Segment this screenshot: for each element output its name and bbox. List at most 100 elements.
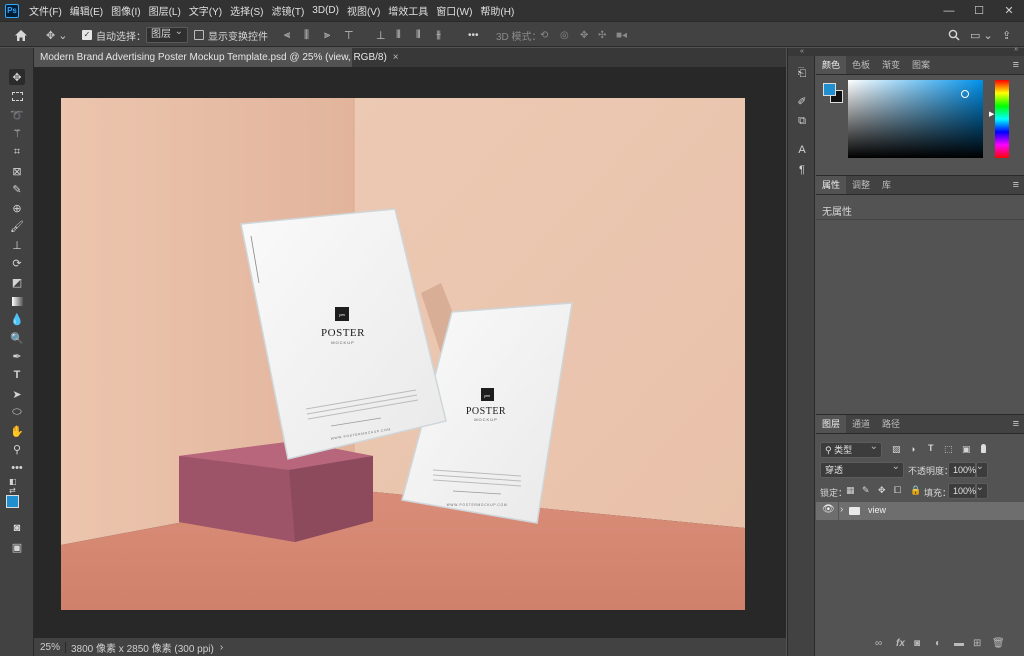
layer-filter-dropdown[interactable]: ⚲ 类型: [820, 440, 882, 458]
quick-mask-icon[interactable]: ◙: [9, 520, 25, 536]
crop-tool-icon[interactable]: ⌗: [9, 144, 25, 160]
show-transform-controls-checkbox[interactable]: 显示变换控件: [194, 26, 268, 44]
gradient-tool-icon[interactable]: [9, 293, 25, 309]
paragraph-icon[interactable]: ¶: [795, 163, 809, 177]
workspace-icon[interactable]: ▭ ⌄: [970, 26, 993, 44]
document-tab[interactable]: Modern Brand Advertising Poster Mockup T…: [34, 48, 399, 67]
magic-wand-tool-icon[interactable]: ⚚: [9, 125, 25, 141]
brush-tool-icon[interactable]: 🖌: [9, 218, 25, 234]
character-icon[interactable]: A: [795, 143, 809, 157]
auto-select-target-dropdown[interactable]: 图层: [146, 25, 188, 43]
menu-plugins[interactable]: 增效工具: [384, 3, 432, 18]
ellipse-tool-icon[interactable]: ⬭: [9, 404, 25, 420]
zoom-tool-icon[interactable]: ⚲: [9, 441, 25, 457]
status-arrow-icon[interactable]: ›: [214, 642, 223, 653]
lock-all-icon[interactable]: 🔒: [910, 485, 921, 496]
eye-visibility-icon[interactable]: 👁: [822, 504, 835, 515]
panel-menu-icon[interactable]: ≡: [1013, 59, 1019, 71]
healing-brush-tool-icon[interactable]: ⊕: [9, 200, 25, 216]
tab-gradients[interactable]: 渐变: [876, 56, 906, 74]
share-icon[interactable]: ⇪: [1002, 26, 1011, 44]
fx-icon[interactable]: fx: [896, 638, 905, 649]
fill-slider-button[interactable]: [976, 481, 988, 499]
tab-properties[interactable]: 属性: [816, 176, 847, 194]
color-picker-handle[interactable]: [961, 90, 969, 98]
close-window-button[interactable]: ✕: [994, 0, 1024, 21]
3d-camera-icon[interactable]: ■◂: [616, 26, 627, 44]
search-icon[interactable]: [948, 26, 960, 44]
hand-tool-icon[interactable]: ✋: [9, 423, 25, 439]
canvas-area[interactable]: pm POSTER MOCKUP WWW.POSTERMOCKUP.COM pm…: [34, 67, 786, 638]
default-colors-icon[interactable]: ◧ ⇄: [9, 477, 25, 495]
filter-shape-icon[interactable]: ⬚: [944, 444, 953, 455]
lock-artboard-icon[interactable]: ⧠: [894, 485, 901, 496]
align-center-icon[interactable]: ⫼: [304, 26, 309, 44]
align-top-icon[interactable]: ⊤: [344, 26, 354, 44]
distribute-icon[interactable]: ⦀: [396, 26, 401, 44]
lock-transparent-icon[interactable]: ▦: [846, 485, 855, 496]
history-brush-tool-icon[interactable]: ⟳: [9, 255, 25, 271]
layer-name[interactable]: view: [868, 505, 886, 515]
tab-channels[interactable]: 通道: [846, 415, 876, 433]
align-middle-icon[interactable]: ⊥: [376, 26, 386, 44]
zoom-level[interactable]: 25%: [34, 641, 66, 653]
document-canvas[interactable]: pm POSTER MOCKUP WWW.POSTERMOCKUP.COM pm…: [61, 98, 745, 610]
adjustments-icon[interactable]: ⧉: [795, 114, 809, 128]
opacity-input[interactable]: 100%: [948, 462, 976, 478]
filter-toggle-icon[interactable]: [981, 444, 986, 453]
tab-swatches[interactable]: 色板: [846, 56, 876, 74]
screen-mode-icon[interactable]: ▣: [9, 539, 25, 555]
align-right-icon[interactable]: ⫸: [324, 26, 330, 44]
filter-pixel-icon[interactable]: ▨: [892, 444, 901, 455]
fg-color-swatch[interactable]: [823, 83, 836, 96]
menu-window[interactable]: 窗口(W): [432, 3, 476, 18]
document-info[interactable]: 3800 像素 x 2850 像素 (300 ppi): [66, 640, 214, 655]
auto-select-checkbox[interactable]: ✓ 自动选择：: [82, 26, 146, 44]
dodge-tool-icon[interactable]: 🔍: [9, 330, 25, 346]
close-document-icon[interactable]: ×: [393, 52, 399, 63]
new-adjustment-icon[interactable]: ◐: [935, 638, 941, 649]
menu-filter[interactable]: 滤镜(T): [268, 3, 309, 18]
more-options-button[interactable]: •••: [468, 26, 479, 44]
delete-layer-icon[interactable]: 🗑: [992, 638, 1005, 649]
move-tool-icon[interactable]: ✥: [9, 69, 25, 85]
lasso-tool-icon[interactable]: ➰: [9, 107, 25, 123]
minimize-button[interactable]: —: [934, 0, 964, 21]
hue-slider[interactable]: [995, 80, 1009, 158]
blend-mode-dropdown[interactable]: 穿透: [820, 460, 904, 478]
layer-row[interactable]: 👁 › view: [816, 502, 1024, 520]
tab-layers[interactable]: 图层: [816, 415, 847, 433]
menu-view[interactable]: 视图(V): [343, 3, 384, 18]
opacity-slider-button[interactable]: [976, 460, 988, 478]
path-selection-tool-icon[interactable]: ➤: [9, 386, 25, 402]
panel-menu-icon[interactable]: ≡: [1013, 418, 1019, 430]
type-tool-icon[interactable]: T: [9, 367, 25, 383]
fill-input[interactable]: 100%: [948, 483, 976, 499]
chevron-right-icon[interactable]: ›: [840, 504, 843, 515]
hue-slider-handle[interactable]: ▶: [989, 110, 994, 118]
eyedropper-tool-icon[interactable]: ✎: [9, 181, 25, 197]
blur-tool-icon[interactable]: 💧: [9, 311, 25, 327]
lock-image-icon[interactable]: ✎: [862, 485, 870, 496]
menu-layer[interactable]: 图层(L): [145, 3, 185, 18]
tab-color[interactable]: 颜色: [816, 56, 847, 74]
align-left-icon[interactable]: ⫷: [284, 26, 290, 44]
panel-menu-icon[interactable]: ≡: [1013, 179, 1019, 191]
menu-select[interactable]: 选择(S): [226, 3, 267, 18]
add-mask-icon[interactable]: ◙: [914, 638, 920, 649]
collapse-strip-icon[interactable]: «: [788, 48, 816, 56]
frame-tool-icon[interactable]: ⊠: [9, 163, 25, 179]
new-group-icon[interactable]: ▬: [954, 638, 964, 649]
filter-smart-object-icon[interactable]: ▣: [962, 444, 971, 455]
home-icon[interactable]: [14, 26, 28, 44]
menu-file[interactable]: 文件(F): [25, 3, 66, 18]
foreground-color-swatch[interactable]: [6, 495, 19, 508]
marquee-tool-icon[interactable]: [9, 88, 25, 104]
menu-edit[interactable]: 编辑(E): [66, 3, 107, 18]
eraser-tool-icon[interactable]: ◩: [9, 274, 25, 290]
edit-toolbar-icon[interactable]: •••: [9, 460, 25, 476]
brush-settings-icon[interactable]: ✐: [795, 94, 809, 108]
stamp-tool-icon[interactable]: ⊥: [9, 237, 25, 253]
menu-type[interactable]: 文字(Y): [185, 3, 226, 18]
color-field[interactable]: [848, 80, 983, 158]
